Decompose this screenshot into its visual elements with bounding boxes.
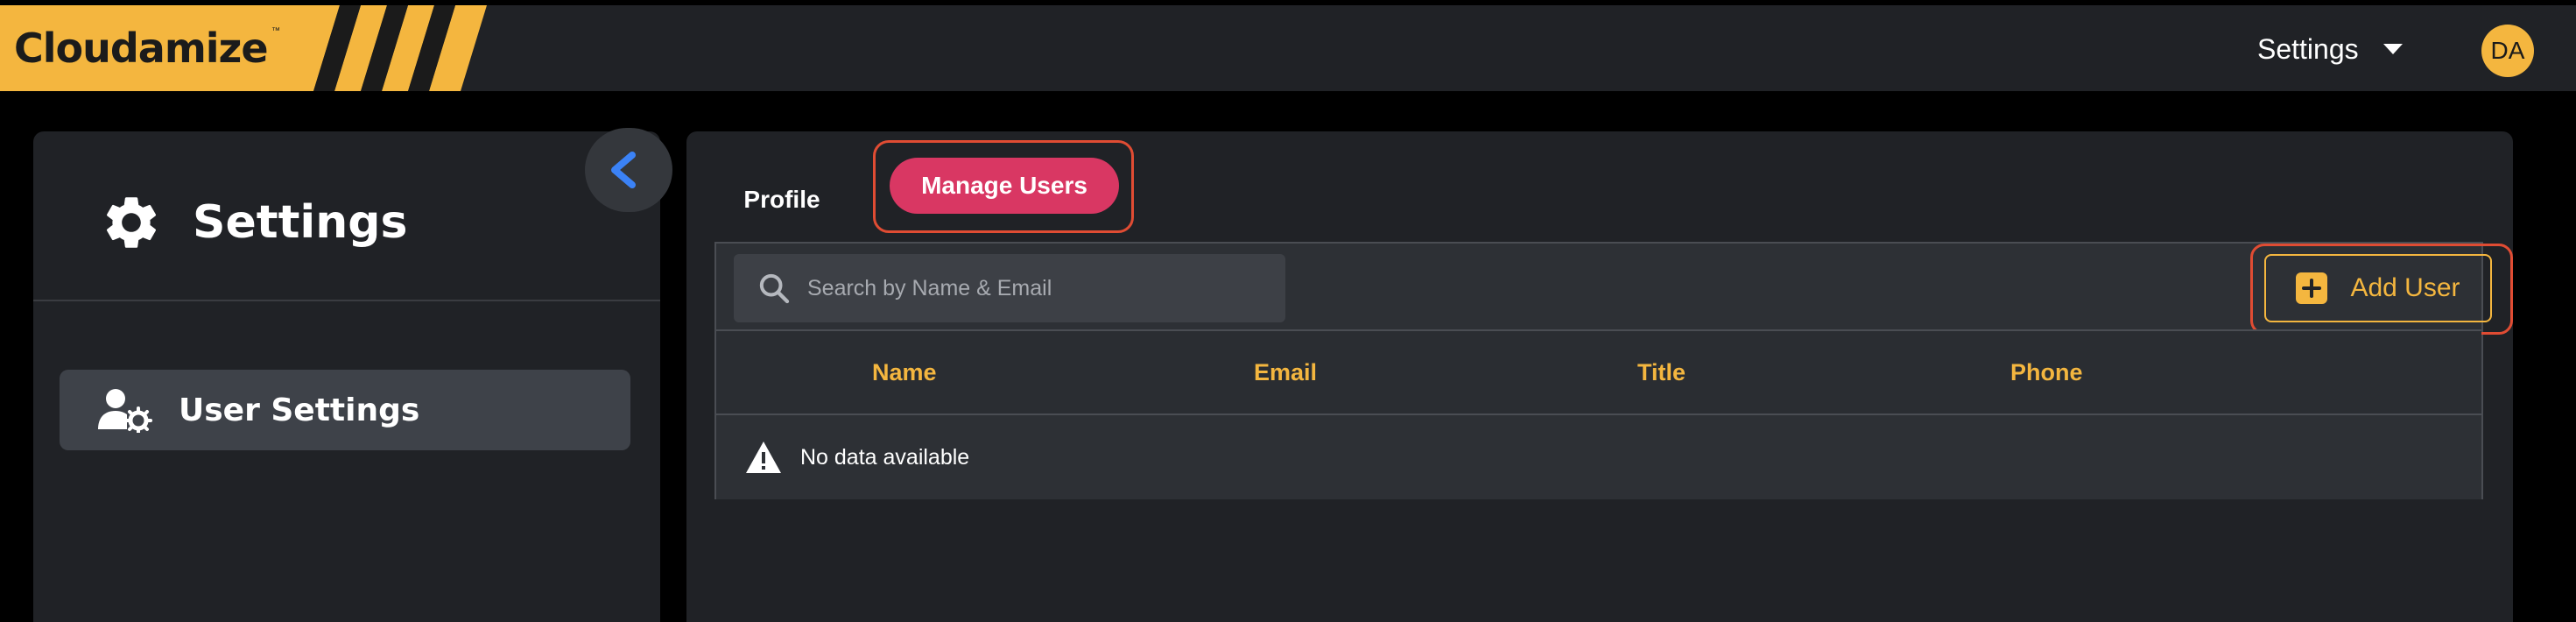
empty-state-message: No data available: [800, 444, 970, 470]
sidebar-title: Settings: [193, 196, 408, 249]
settings-sidebar: Settings User Settings: [33, 131, 660, 622]
user-gear-icon: [98, 389, 152, 433]
column-header-title[interactable]: Title: [1637, 331, 1686, 413]
top-navbar: Cloudamize ™ Settings DA: [0, 5, 2576, 91]
search-icon: [759, 273, 790, 304]
sidebar-header: Settings: [100, 187, 407, 258]
chevron-left-icon: [611, 152, 636, 188]
search-input[interactable]: [807, 275, 1280, 301]
sidebar-item-label: User Settings: [179, 392, 420, 428]
trademark: ™: [271, 26, 280, 36]
column-header-phone[interactable]: Phone: [2010, 331, 2083, 413]
brand-logo[interactable]: Cloudamize ™: [0, 5, 490, 91]
sidebar-divider: [33, 300, 660, 301]
caret-down-icon: [2382, 44, 2403, 54]
collapse-sidebar-button[interactable]: [585, 128, 672, 212]
user-avatar[interactable]: DA: [2481, 25, 2534, 77]
users-table-panel: Add User Name Email Title Phone No data …: [714, 242, 2513, 499]
main-content: Profile Manage Users Add User: [686, 131, 2513, 622]
sidebar-item-user-settings[interactable]: User Settings: [60, 370, 630, 450]
settings-dropdown[interactable]: Settings: [2257, 28, 2403, 70]
settings-dropdown-label: Settings: [2257, 32, 2359, 65]
search-box[interactable]: [734, 254, 1285, 322]
table-header-row: Name Email Title Phone: [716, 329, 2481, 415]
table-toolbar: Add User: [716, 244, 2513, 335]
column-header-name[interactable]: Name: [872, 331, 937, 413]
empty-state-row: No data available: [716, 415, 2481, 499]
add-user-label: Add User: [2350, 273, 2460, 302]
add-user-button[interactable]: Add User: [2264, 254, 2492, 322]
column-header-email[interactable]: Email: [1254, 331, 1317, 413]
plus-square-icon: [2296, 272, 2328, 304]
tab-profile[interactable]: Profile: [725, 172, 839, 228]
warning-icon: [746, 442, 781, 473]
brand-name: Cloudamize: [14, 25, 269, 72]
gear-icon: [106, 197, 157, 248]
tab-manage-users[interactable]: Manage Users: [890, 158, 1119, 214]
